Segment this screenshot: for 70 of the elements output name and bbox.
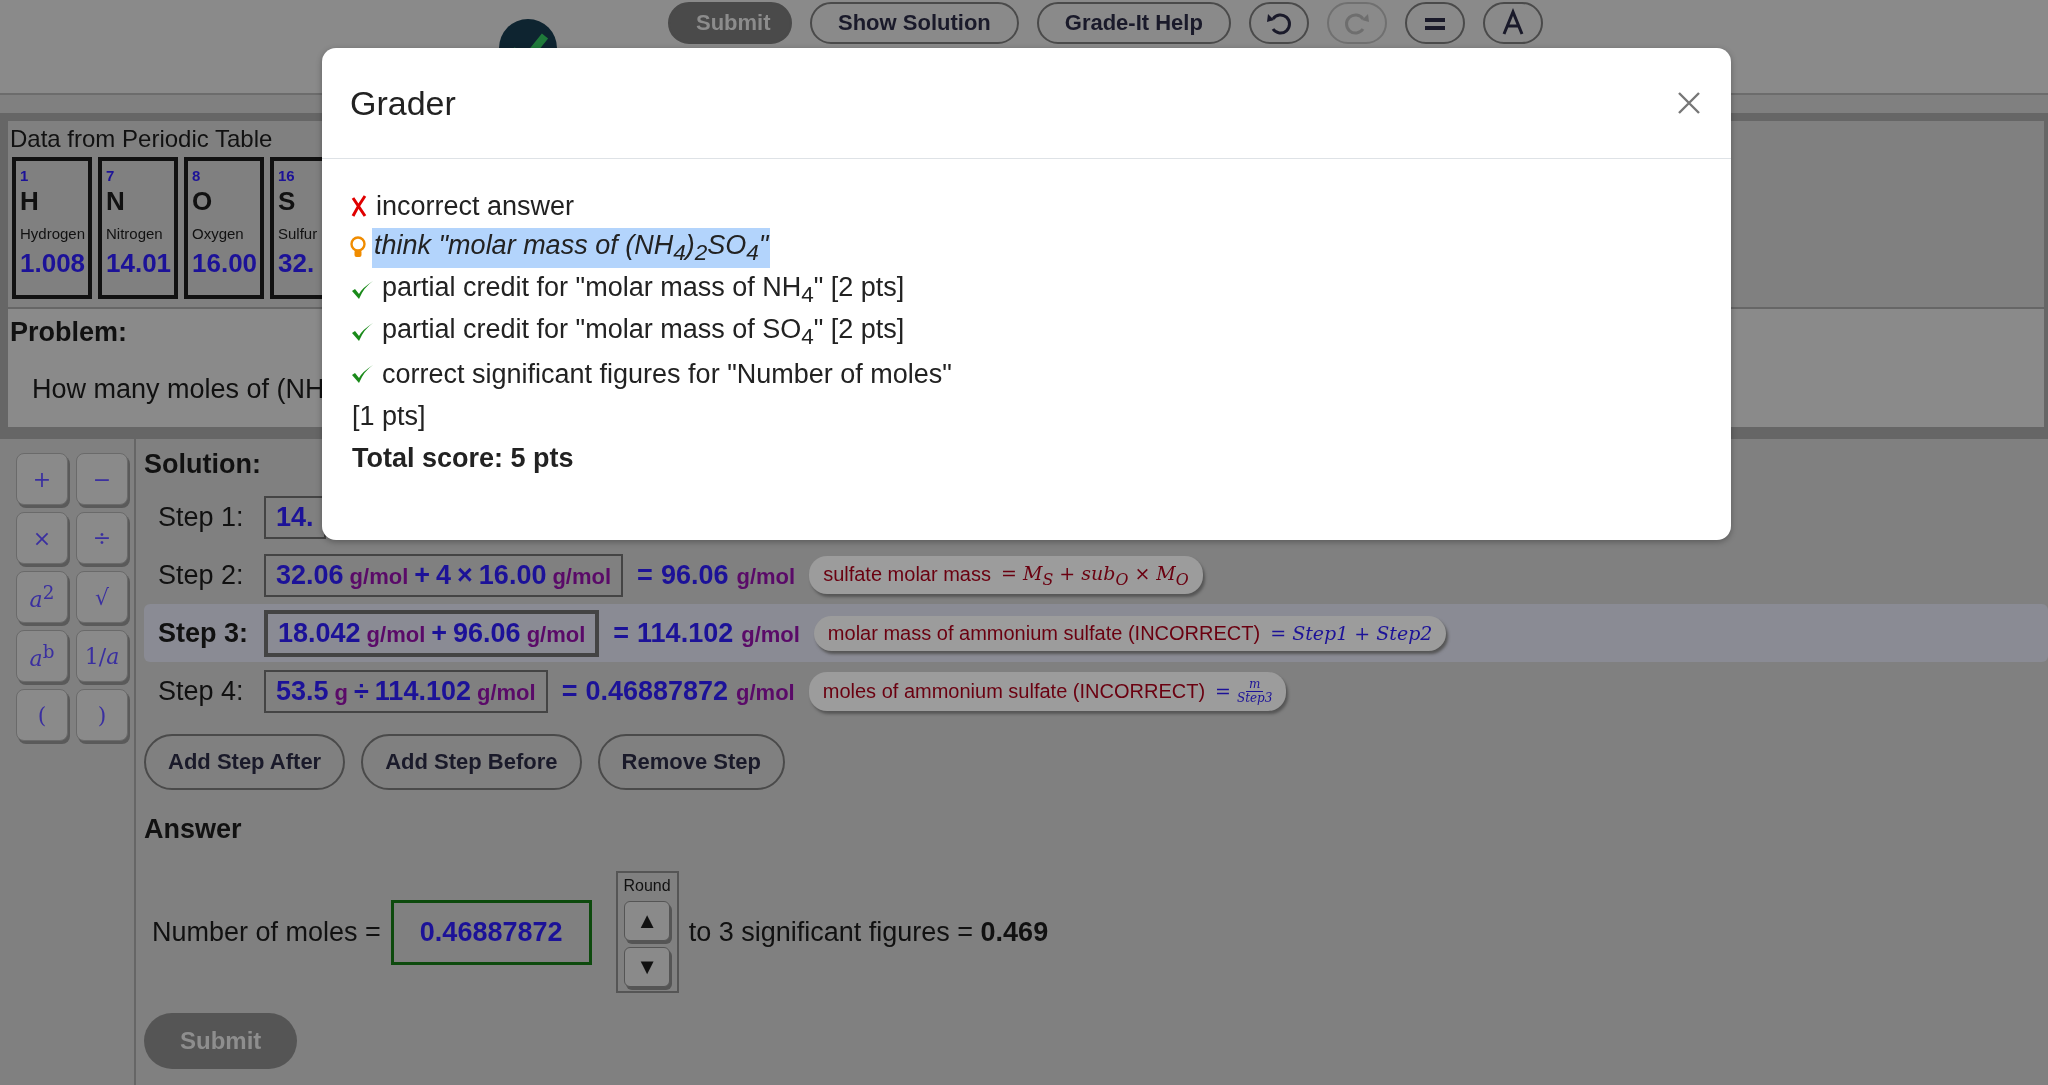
keypad-key[interactable]: ( [16,689,68,741]
element-symbol: O [192,186,213,217]
step-result: = 96.06 g/mol [637,559,796,591]
atomic-mass: 14.01 [106,248,172,279]
expression-field[interactable]: 18.042 g/mol + 96.06 g/mol [264,609,600,657]
keypad-key[interactable]: × [16,512,68,564]
round-down-button[interactable]: ▼ [624,947,671,987]
undo-button[interactable] [1248,2,1309,44]
atomic-number: 8 [192,167,201,184]
step-row[interactable]: Step 3: 18.042 g/mol + 96.06 g/mol = 114.102 g/mol molar mass of ammonium sulfate (INCORRECT) = Step1 + Step2 [144,604,2048,662]
toolbar-button[interactable]: Grade-It Help [1036,2,1231,44]
menu-button[interactable] [1404,2,1465,44]
element-name: Oxygen [192,225,244,242]
atomic-number: 1 [20,167,29,184]
step-label: Step 2: [158,559,245,591]
keypad-key[interactable]: 1/a [76,630,128,682]
element-name: Nitrogen [106,225,163,242]
grader-message: [1 pts] [351,399,427,433]
section-heading: Answer [144,814,242,845]
atomic-mass: 16.00 [192,248,258,279]
expression-field[interactable]: 53.5 g ÷ 114.102 g/mol [264,669,548,713]
step-label: Step 1: [158,501,245,533]
step-button[interactable]: Remove Step [597,734,785,790]
close-icon[interactable] [1677,91,1701,115]
keypad-key[interactable]: ) [76,689,128,741]
atomic-number: 7 [106,167,115,184]
round-label: Round [623,877,671,895]
step-comment[interactable]: molar mass of ammonium sulfate (INCORRECT) = Step1 + Step2 [813,615,1447,651]
element-symbol: H [20,186,39,217]
grader-message: incorrect answer [375,189,576,223]
element-name: Hydrogen [20,225,86,242]
keypad-key[interactable]: ÷ [76,512,128,564]
atomic-mass: 1.008 [20,248,86,279]
expression-field[interactable]: 32.06 g/mol + 4 × 16.00 g/mol [264,553,624,597]
answer-field[interactable]: 0.46887872 [390,899,592,965]
keypad-key[interactable]: − [76,453,128,505]
step-result: = 114.102 g/mol [613,617,800,649]
dialog-title: Grader [350,83,456,123]
toolbar-button[interactable]: Show Solution [810,2,1019,44]
atomic-mass: 32. [278,248,315,279]
keypad-key[interactable]: √ [76,571,128,623]
keypad-key[interactable]: + [16,453,68,505]
keypad-key[interactable]: a$^{b}$ [16,630,68,682]
answer-label: Number of moles = [152,916,381,948]
step-result: = 0.46887872 g/mol [561,675,795,707]
grader-message: correct significant figures for "Number of moles" [381,357,953,391]
element-symbol: S [278,186,296,217]
grader-message: partial credit for "molar mass of NH$_{4}$" [2 pts] [381,270,906,310]
section-heading: Solution: [144,449,261,480]
round-up-button[interactable]: ▲ [624,901,671,941]
cross-icon [350,194,368,218]
step-button[interactable]: Add Step After [144,734,346,790]
grader-message: partial credit for "molar mass of SO$_{4}$" [2 pts] [381,312,906,352]
element-symbol: N [106,186,125,217]
section-heading: Problem: [10,317,128,348]
grader-message: Total score: 5 pts [351,441,575,475]
problem-text: How many moles of (NH [32,374,325,405]
element-name: Sulfur [278,225,318,242]
step-label: Step 4: [158,675,245,707]
step-label: Step 3: [158,617,250,649]
text-size-button[interactable] [1482,2,1543,44]
rounded-answer-text: to 3 significant figures = 0.469 [688,916,1049,948]
step-button[interactable]: Add Step Before [361,734,582,790]
toolbar-button[interactable]: Submit [668,2,792,44]
atomic-number: 16 [278,167,295,184]
step-comment[interactable]: sulfate molar mass = M$_{S}$ + sub$_{O}$ × M$_{O}$ [809,555,1203,595]
grader-message: think "molar mass of (NH$_{4}$)$_{2}$SO$_{4}$" [372,227,771,269]
panel-title: Data from Periodic Table [9,125,273,154]
keypad-key[interactable]: a$^{2}$ [16,571,68,623]
step-row[interactable]: Step 2: 32.06 g/mol + 4 × 16.00 g/mol = 96.06 g/mol sulfate molar mass = M$_{S}$ + sub$_{O}$ × M$_{O}$ [144,546,2048,604]
